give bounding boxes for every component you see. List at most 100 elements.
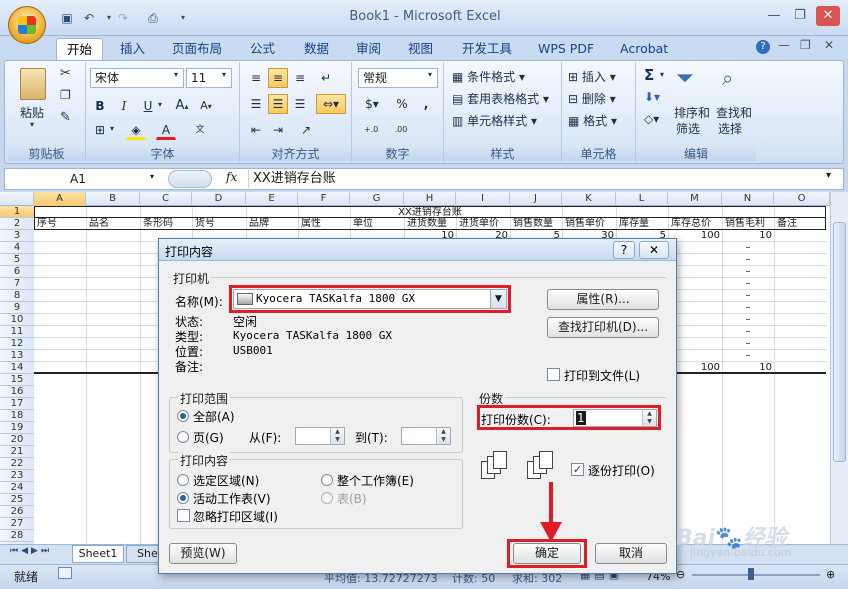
- increase-decimal-icon[interactable]: +.0: [358, 120, 384, 140]
- row-header[interactable]: 23: [0, 470, 34, 482]
- range-pages-radio[interactable]: [177, 431, 189, 443]
- insert-function-button[interactable]: fx: [226, 170, 237, 184]
- row-header[interactable]: 9: [0, 302, 34, 314]
- row-header[interactable]: 21: [0, 446, 34, 458]
- column-header-l[interactable]: L: [616, 192, 668, 206]
- collate-checkbox[interactable]: ✓: [571, 463, 584, 476]
- fill-icon[interactable]: ⬇▾: [644, 90, 660, 104]
- vertical-scrollbar[interactable]: [830, 192, 848, 544]
- data-cell[interactable]: –: [722, 302, 774, 314]
- whole-workbook-label[interactable]: 整个工作簿(E): [337, 472, 414, 489]
- zoom-in-icon[interactable]: ⊕: [826, 568, 835, 581]
- align-bottom-icon[interactable]: ≡: [290, 68, 310, 88]
- column-header-o[interactable]: O: [774, 192, 830, 206]
- minimize-button[interactable]: —: [762, 6, 786, 26]
- column-header-n[interactable]: N: [722, 192, 774, 206]
- column-header-h[interactable]: H: [404, 192, 456, 206]
- customize-toolbar-icon[interactable]: ▾: [174, 10, 192, 26]
- align-left-icon[interactable]: ☰: [246, 94, 266, 114]
- underline-button[interactable]: U: [138, 96, 158, 116]
- range-from-input[interactable]: ▲ ▼: [295, 427, 345, 445]
- preview-button[interactable]: 预览(W): [169, 543, 237, 564]
- clear-icon[interactable]: ◇▾: [644, 112, 659, 126]
- tab-wps-pdf[interactable]: WPS PDF: [534, 38, 598, 60]
- row-header[interactable]: 20: [0, 434, 34, 446]
- row-header[interactable]: 24: [0, 482, 34, 494]
- collate-label[interactable]: 逐份打印(O): [588, 462, 655, 479]
- paste-icon[interactable]: [20, 68, 46, 100]
- spinner-icon[interactable]: ▲ ▼: [436, 428, 450, 444]
- header-cell[interactable]: 属性: [299, 218, 351, 230]
- header-cell[interactable]: 序号: [35, 218, 87, 230]
- workbook-close-icon[interactable]: ✕: [824, 38, 834, 52]
- row-header[interactable]: 6: [0, 266, 34, 278]
- column-header-e[interactable]: E: [246, 192, 298, 206]
- sheet-tab-sheet2[interactable]: She: [126, 545, 160, 563]
- active-sheet-label[interactable]: 活动工作表(V): [193, 490, 271, 507]
- tab-insert[interactable]: 插入: [116, 38, 149, 60]
- column-header-k[interactable]: K: [562, 192, 616, 206]
- tab-developer[interactable]: 开发工具: [458, 38, 516, 60]
- ignore-print-area-label[interactable]: 忽略打印区域(I): [193, 508, 278, 525]
- row-header[interactable]: 25: [0, 494, 34, 506]
- cut-icon[interactable]: ✂: [60, 66, 71, 81]
- tab-view[interactable]: 视图: [404, 38, 437, 60]
- number-format-dropdown-icon[interactable]: ▾: [428, 70, 432, 79]
- ribbon-restore-icon[interactable]: ❐: [800, 38, 811, 52]
- header-cell[interactable]: 库存总价: [669, 218, 723, 230]
- sort-filter-icon[interactable]: ⏷: [676, 66, 694, 91]
- column-header-m[interactable]: M: [668, 192, 722, 206]
- row-header[interactable]: 14: [0, 362, 34, 374]
- align-center-icon[interactable]: ☰: [268, 94, 288, 114]
- selection-label[interactable]: 选定区域(N): [193, 472, 259, 489]
- currency-icon[interactable]: $▾: [358, 94, 386, 114]
- tab-home[interactable]: 开始: [56, 38, 104, 60]
- help-icon[interactable]: ?: [756, 40, 770, 54]
- borders-dropdown-icon[interactable]: ▾: [110, 124, 114, 133]
- active-sheet-radio[interactable]: [177, 492, 189, 504]
- header-cell[interactable]: 销售单价: [563, 218, 617, 230]
- print-preview-icon[interactable]: ⎙: [144, 10, 162, 26]
- header-cell[interactable]: 库存量: [617, 218, 669, 230]
- row-header[interactable]: 19: [0, 422, 34, 434]
- row-header[interactable]: 16: [0, 386, 34, 398]
- data-cell[interactable]: –: [722, 338, 774, 350]
- data-cell[interactable]: –: [722, 266, 774, 278]
- align-top-icon[interactable]: ≡: [246, 68, 266, 88]
- sort-filter-label[interactable]: 排序和: [674, 104, 710, 121]
- decrease-indent-icon[interactable]: ⇤: [246, 120, 266, 140]
- row-header[interactable]: 17: [0, 398, 34, 410]
- row-header[interactable]: 7: [0, 278, 34, 290]
- header-cell[interactable]: 备注: [775, 218, 825, 230]
- align-right-icon[interactable]: ☰: [290, 94, 310, 114]
- data-cell[interactable]: –: [722, 254, 774, 266]
- name-box-dropdown-icon[interactable]: ▾: [150, 172, 154, 181]
- find-select-label-2[interactable]: 选择: [718, 120, 742, 137]
- paste-dropdown-icon[interactable]: ▾: [30, 120, 34, 129]
- column-header-b[interactable]: B: [86, 192, 140, 206]
- phonetic-icon[interactable]: 文: [190, 120, 210, 140]
- dialog-close-button[interactable]: ✕: [639, 241, 669, 259]
- column-header-c[interactable]: C: [140, 192, 192, 206]
- zoom-slider-thumb[interactable]: [748, 568, 754, 580]
- scrollbar-thumb[interactable]: [833, 222, 846, 462]
- range-all-radio[interactable]: [177, 410, 189, 422]
- tab-acrobat[interactable]: Acrobat: [616, 38, 672, 60]
- bold-button[interactable]: B: [90, 96, 110, 116]
- column-header-a[interactable]: A: [34, 192, 86, 206]
- sheet-tab-sheet1[interactable]: Sheet1: [72, 545, 124, 563]
- wrap-text-icon[interactable]: ↵: [316, 68, 336, 88]
- macro-record-icon[interactable]: [58, 567, 72, 579]
- close-window-button[interactable]: ✕: [816, 6, 840, 26]
- column-header-d[interactable]: D: [192, 192, 246, 206]
- sort-filter-label-2[interactable]: 筛选: [676, 120, 700, 137]
- data-cell[interactable]: –: [722, 326, 774, 338]
- header-cell[interactable]: 单位: [351, 218, 405, 230]
- row-header[interactable]: 2: [0, 218, 34, 230]
- comma-button[interactable]: ,: [416, 94, 436, 114]
- grow-font-icon[interactable]: A▴: [172, 96, 192, 116]
- undo-icon[interactable]: ↶: [80, 10, 98, 26]
- row-header[interactable]: 26: [0, 506, 34, 518]
- formula-input[interactable]: XX进销存台账: [248, 170, 824, 188]
- column-header-g[interactable]: G: [350, 192, 404, 206]
